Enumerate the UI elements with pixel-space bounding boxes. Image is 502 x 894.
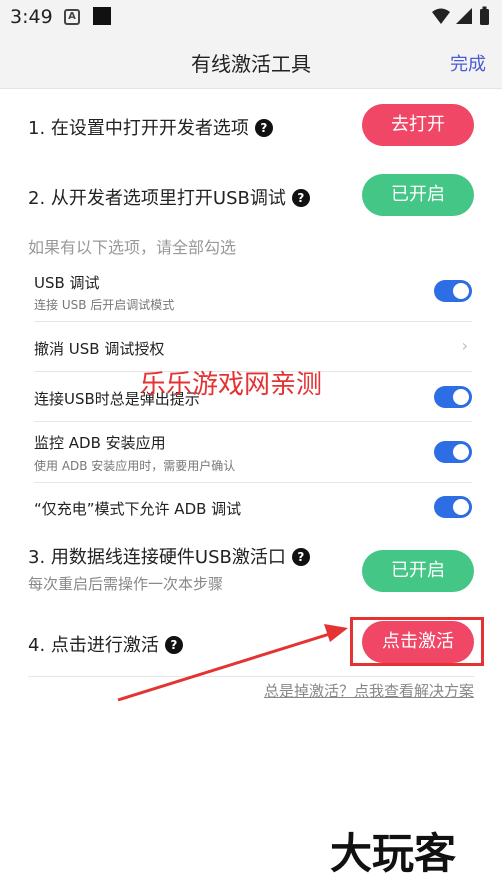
toggle-switch[interactable] (434, 386, 472, 408)
wifi-icon (432, 8, 450, 24)
step-4: 4. 点击进行激活? (28, 631, 183, 657)
step-3-note: 每次重启后需操作一次本步骤 (28, 575, 224, 593)
status-icons (432, 6, 489, 25)
options-hint: 如果有以下选项，请全部勾选 (28, 238, 237, 257)
dawanke-logo: 大玩客 (330, 829, 457, 878)
usb-connected-button[interactable]: 已开启 (362, 550, 474, 592)
step-3-label: 3. 用数据线连接硬件USB激活口 (28, 547, 286, 568)
option-subtitle: 连接 USB 后开启调试模式 (34, 298, 175, 312)
step-4-label: 4. 点击进行激活 (28, 635, 159, 656)
option-title: “仅充电”模式下允许 ADB 调试 (34, 500, 242, 518)
help-icon[interactable]: ? (291, 548, 310, 566)
battery-icon (480, 9, 489, 25)
help-icon[interactable]: ? (164, 636, 183, 654)
watermark-text: 乐乐游戏网亲测 (140, 370, 323, 400)
a-notification-icon: A (64, 9, 80, 25)
option-charge-only-adb[interactable]: “仅充电”模式下允许 ADB 调试 (34, 483, 472, 531)
option-monitor-adb-install[interactable]: 监控 ADB 安装应用 使用 ADB 安装应用时，需要用户确认 (34, 422, 472, 483)
annotation-highlight-box (350, 617, 484, 666)
status-time: 3:49 (10, 6, 53, 28)
status-bar: 3:49 A (0, 0, 502, 36)
usb-debugging-enabled-button[interactable]: 已开启 (362, 174, 474, 216)
signal-icon (456, 8, 472, 24)
step-2: 2. 从开发者选项里打开USB调试? (28, 184, 310, 210)
page-title: 有线激活工具 (191, 52, 311, 76)
done-button[interactable]: 完成 (450, 50, 486, 76)
toggle-switch[interactable] (434, 441, 472, 463)
option-title: USB 调试 (34, 274, 100, 292)
notification-square-icon (93, 7, 111, 25)
chevron-right-icon: › (461, 336, 468, 355)
option-subtitle: 使用 ADB 安装应用时，需要用户确认 (34, 459, 236, 473)
option-usb-debugging[interactable]: USB 调试 连接 USB 后开启调试模式 (34, 266, 472, 322)
help-icon[interactable]: ? (254, 119, 273, 137)
step-1: 1. 在设置中打开开发者选项? (28, 114, 273, 140)
step-2-label: 2. 从开发者选项里打开USB调试 (28, 188, 286, 209)
option-title: 撤消 USB 调试授权 (34, 340, 165, 358)
help-icon[interactable]: ? (291, 189, 310, 207)
app-header: 有线激活工具 完成 (0, 36, 502, 89)
toggle-switch[interactable] (434, 280, 472, 302)
option-title: 监控 ADB 安装应用 (34, 434, 166, 452)
deactivation-help-link[interactable]: 总是掉激活？点我查看解决方案 (264, 680, 474, 701)
step-3: 3. 用数据线连接硬件USB激活口? (28, 543, 310, 569)
open-developer-options-button[interactable]: 去打开 (362, 104, 474, 146)
divider (28, 676, 474, 677)
toggle-switch[interactable] (434, 496, 472, 518)
step-1-label: 1. 在设置中打开开发者选项 (28, 118, 249, 139)
